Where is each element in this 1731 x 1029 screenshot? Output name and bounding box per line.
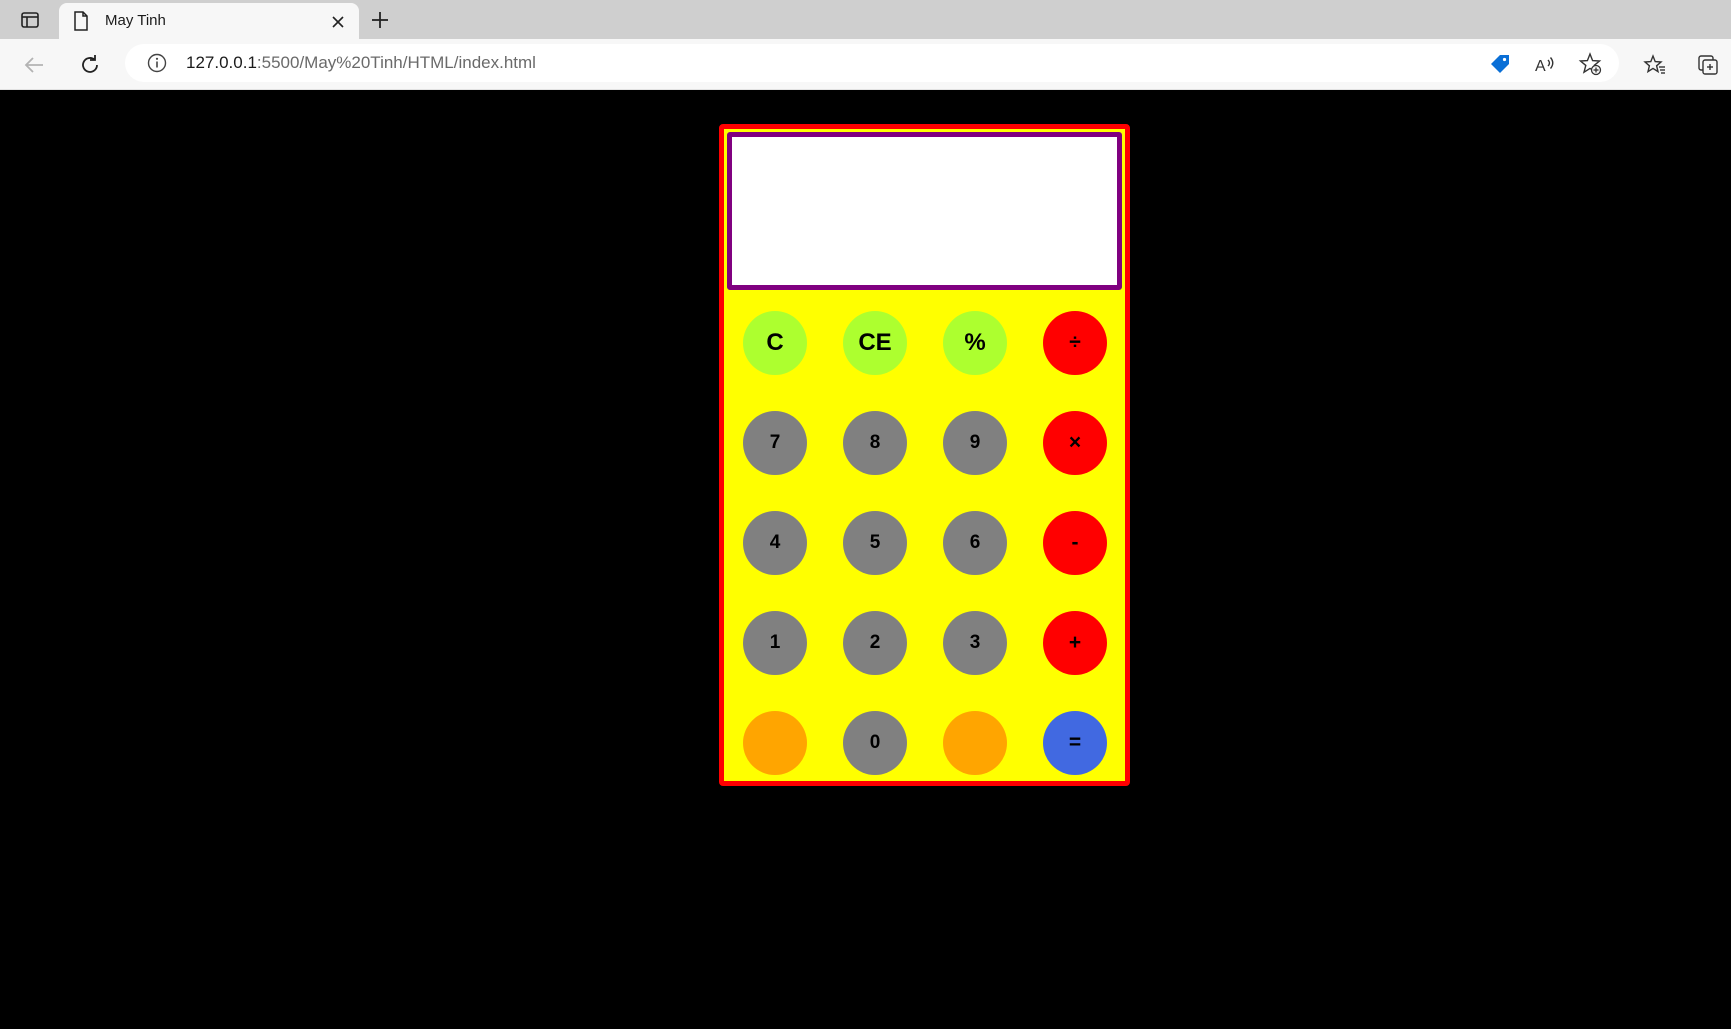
digit-0-button[interactable]: 0 bbox=[843, 711, 907, 775]
refresh-icon bbox=[82, 55, 98, 73]
digit-7-button[interactable]: 7 bbox=[743, 411, 807, 475]
new-tab-button[interactable] bbox=[366, 6, 394, 34]
digit-6-button[interactable]: 6 bbox=[943, 511, 1007, 575]
refresh-button[interactable] bbox=[74, 49, 106, 81]
site-info-icon[interactable] bbox=[147, 53, 167, 78]
keypad: C CE % ÷ 7 8 9 × 4 5 6 - 1 2 3 + 0 = bbox=[743, 311, 1107, 775]
url-text: 127.0.0.1:5500/May%20Tinh/HTML/index.htm… bbox=[186, 53, 536, 73]
digit-3-button[interactable]: 3 bbox=[943, 611, 1007, 675]
browser-toolbar: 127.0.0.1:5500/May%20Tinh/HTML/index.htm… bbox=[0, 39, 1731, 90]
digit-2-button[interactable]: 2 bbox=[843, 611, 907, 675]
add-favorite-icon[interactable] bbox=[1577, 51, 1603, 77]
calculator-display bbox=[727, 132, 1122, 290]
collections-button[interactable] bbox=[1692, 49, 1724, 81]
clear-entry-button[interactable]: CE bbox=[843, 311, 907, 375]
calculator: C CE % ÷ 7 8 9 × 4 5 6 - 1 2 3 + 0 = bbox=[719, 124, 1130, 786]
multiply-button[interactable]: × bbox=[1043, 411, 1107, 475]
active-tab[interactable]: May Tinh bbox=[59, 3, 359, 39]
digit-8-button[interactable]: 8 bbox=[843, 411, 907, 475]
favorites-button[interactable] bbox=[1639, 49, 1671, 81]
favorites-icon bbox=[1643, 54, 1665, 74]
page-icon bbox=[73, 11, 89, 36]
blank-left-button[interactable] bbox=[743, 711, 807, 775]
tab-title: May Tinh bbox=[105, 12, 166, 29]
back-button[interactable] bbox=[18, 49, 50, 81]
address-bar[interactable]: 127.0.0.1:5500/May%20Tinh/HTML/index.htm… bbox=[125, 44, 1619, 82]
shopping-tag-icon[interactable] bbox=[1487, 51, 1513, 77]
subtract-button[interactable]: - bbox=[1043, 511, 1107, 575]
digit-1-button[interactable]: 1 bbox=[743, 611, 807, 675]
browser-tab-bar: May Tinh bbox=[0, 0, 1731, 39]
add-button[interactable]: + bbox=[1043, 611, 1107, 675]
digit-9-button[interactable]: 9 bbox=[943, 411, 1007, 475]
tab-actions-icon bbox=[21, 12, 39, 28]
close-icon bbox=[332, 16, 344, 28]
back-arrow-icon bbox=[24, 57, 43, 73]
equals-button[interactable]: = bbox=[1043, 711, 1107, 775]
blank-right-button[interactable] bbox=[943, 711, 1007, 775]
digit-4-button[interactable]: 4 bbox=[743, 511, 807, 575]
digit-5-button[interactable]: 5 bbox=[843, 511, 907, 575]
read-aloud-icon[interactable]: A bbox=[1532, 51, 1558, 77]
clear-button[interactable]: C bbox=[743, 311, 807, 375]
divide-button[interactable]: ÷ bbox=[1043, 311, 1107, 375]
url-host: 127.0.0.1 bbox=[186, 53, 257, 72]
close-tab-button[interactable] bbox=[327, 11, 349, 33]
tab-actions-button[interactable] bbox=[14, 8, 46, 32]
collections-icon bbox=[1698, 55, 1718, 75]
url-path: :5500/May%20Tinh/HTML/index.html bbox=[256, 53, 536, 72]
svg-text:A: A bbox=[1535, 58, 1546, 75]
percent-button[interactable]: % bbox=[943, 311, 1007, 375]
plus-icon bbox=[372, 12, 388, 28]
page-viewport: C CE % ÷ 7 8 9 × 4 5 6 - 1 2 3 + 0 = bbox=[0, 90, 1731, 1029]
